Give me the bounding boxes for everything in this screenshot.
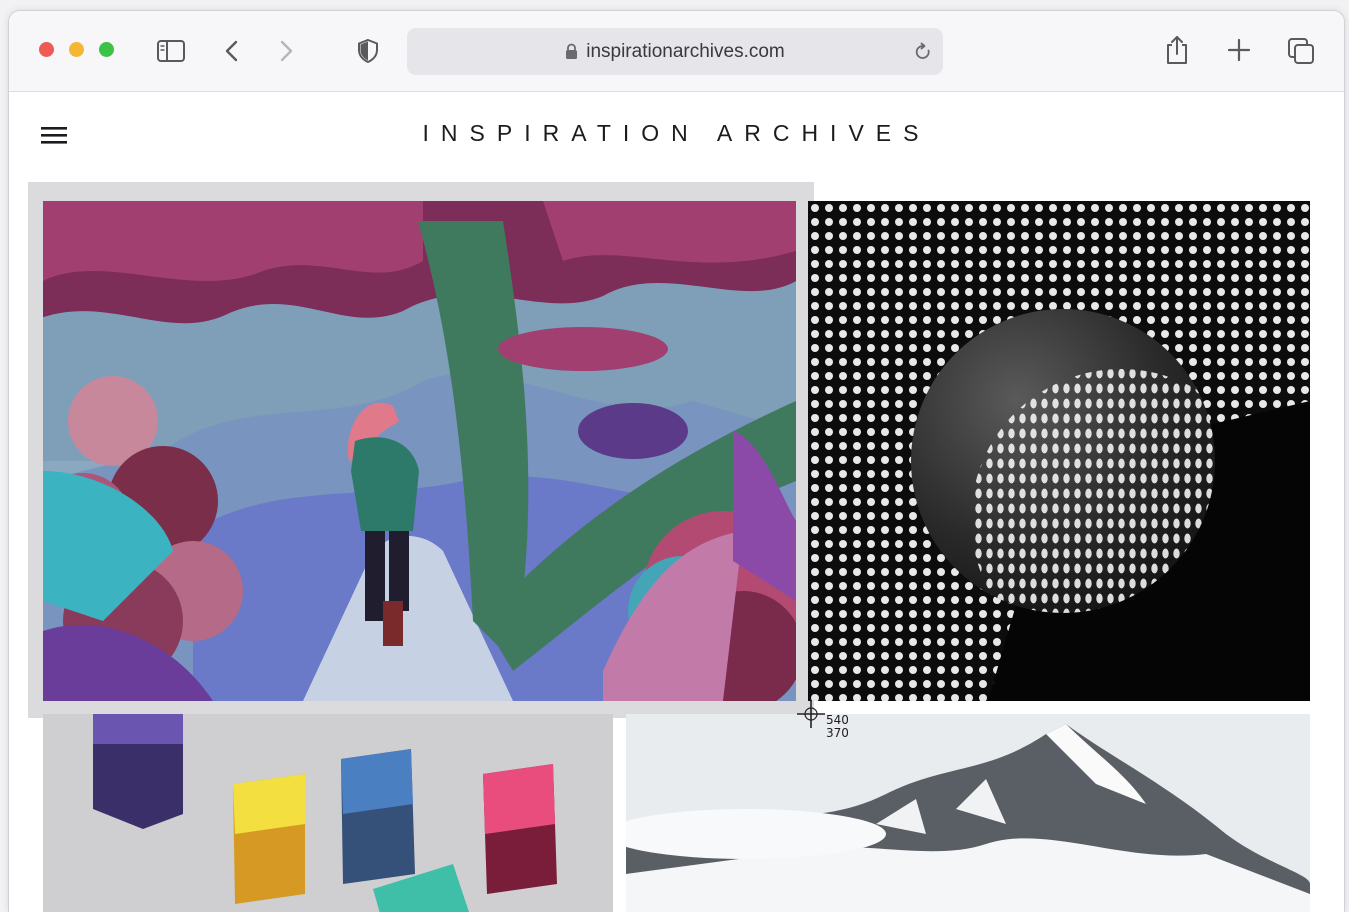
snowy-mountain-image[interactable] — [626, 714, 1310, 912]
url-text: inspirationarchives.com — [586, 41, 785, 62]
crosshair-icon — [797, 700, 825, 728]
forward-icon[interactable] — [277, 39, 295, 63]
close-window-button[interactable] — [39, 42, 54, 57]
minimize-window-button[interactable] — [69, 42, 84, 57]
selection-size-readout: 540 370 — [826, 714, 849, 740]
forest-illustration-image[interactable] — [43, 201, 796, 701]
colored-cubes-image[interactable] — [43, 714, 613, 912]
reload-icon[interactable] — [913, 42, 933, 62]
lock-icon — [566, 43, 578, 59]
address-bar[interactable]: inspirationarchives.com — [407, 28, 943, 75]
back-icon[interactable] — [223, 39, 241, 63]
browser-toolbar: inspirationarchives.com — [9, 11, 1344, 92]
url-display[interactable]: inspirationarchives.com — [407, 28, 943, 75]
tab-overview-icon[interactable] — [1287, 37, 1315, 65]
new-tab-icon[interactable] — [1227, 38, 1251, 62]
site-title[interactable]: INSPIRATION ARCHIVES — [9, 120, 1344, 147]
share-icon[interactable] — [1164, 34, 1190, 66]
selection-height: 370 — [826, 726, 849, 740]
zoom-window-button[interactable] — [99, 42, 114, 57]
sidebar-toggle-icon[interactable] — [156, 39, 186, 63]
browser-window: inspirationarchives.com INSPIRATION ARCH… — [8, 10, 1345, 912]
privacy-shield-icon[interactable] — [356, 38, 380, 64]
dotted-sphere-image[interactable] — [808, 201, 1310, 701]
web-page: INSPIRATION ARCHIVES 540 370 — [9, 92, 1344, 912]
